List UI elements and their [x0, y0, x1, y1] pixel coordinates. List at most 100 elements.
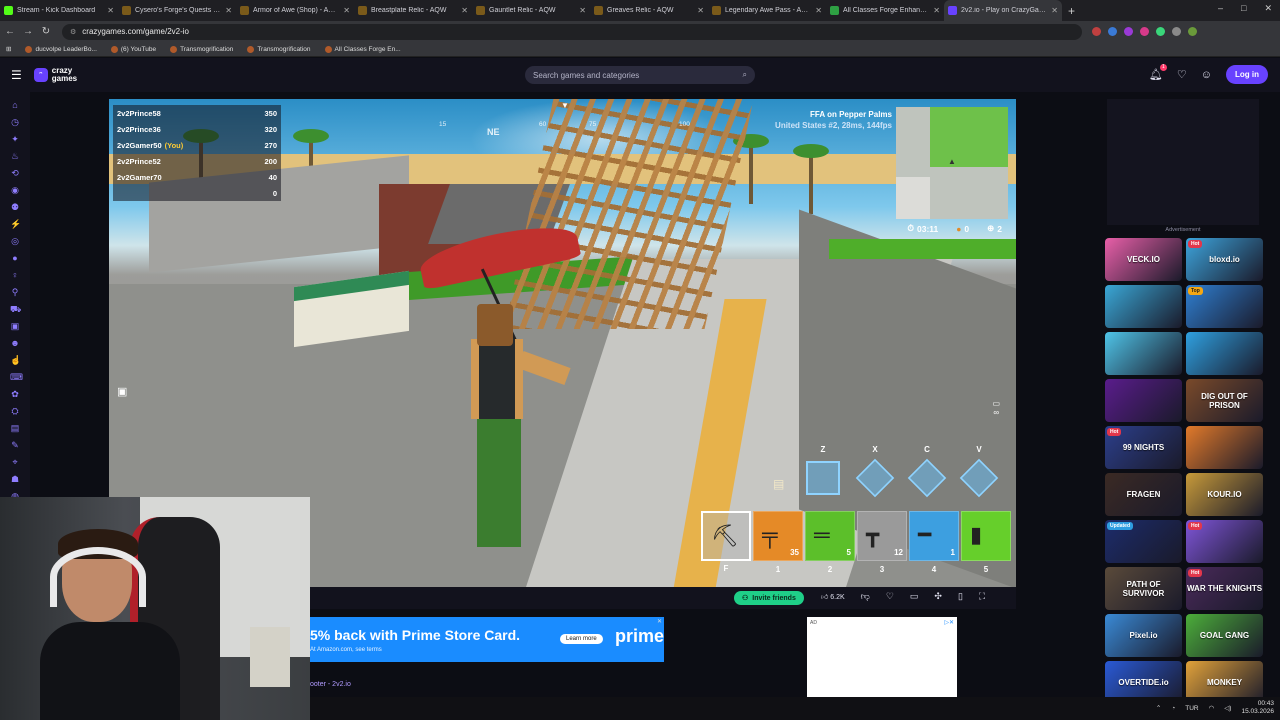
volume-icon[interactable]: ◁) — [1224, 704, 1231, 712]
game-tile[interactable]: Hot bloxd.io — [1186, 238, 1263, 281]
bookmark-item[interactable]: Transmogrification — [247, 45, 311, 53]
mobile-icon[interactable]: ▯ — [958, 591, 963, 602]
ad-close-icon[interactable]: ✕ — [657, 618, 662, 625]
bell-icon[interactable]: 🔔︎ 1 — [1149, 64, 1167, 81]
search-input[interactable]: Search games and categories ⌕ — [525, 66, 755, 84]
game-tile[interactable]: Hot 99 NIGHTS — [1105, 426, 1182, 469]
flash-icon[interactable]: ✎ — [10, 440, 20, 451]
breadcrumb[interactable]: ooter - 2v2.io — [310, 681, 351, 688]
game-tile[interactable]: GOAL GANG — [1186, 614, 1263, 657]
clicker-icon[interactable]: ☝ — [10, 355, 21, 366]
language-indicator[interactable]: TUR — [1185, 705, 1198, 712]
browser-tab[interactable]: All Classes Forge Enhancements✕ — [826, 0, 944, 21]
new-icon[interactable]: ✦ — [10, 134, 20, 145]
beauty-icon[interactable]: ♀ — [10, 270, 20, 281]
tab-close-icon[interactable]: ✕ — [579, 6, 586, 15]
horror-icon[interactable]: ☗ — [10, 474, 20, 485]
tab-close-icon[interactable]: ✕ — [107, 6, 114, 15]
fullscreen-icon[interactable]: ⛶ — [979, 591, 985, 602]
friends-icon[interactable]: ☺ — [1201, 69, 1212, 81]
adchoices-icon[interactable]: ▷✕ — [944, 619, 954, 626]
tab-close-icon[interactable]: ✕ — [815, 6, 822, 15]
tray-chevron-icon[interactable]: ⌃ — [1156, 704, 1161, 712]
build-slot-stairs[interactable]: C — [907, 445, 947, 498]
forward-icon[interactable]: → — [20, 26, 36, 37]
bookmark-item[interactable]: ducvolpe LeaderBo... — [25, 45, 97, 53]
hotbar-slot[interactable]: ━ 1 4 — [909, 511, 959, 574]
profile-avatar[interactable] — [1188, 27, 1197, 36]
url-field[interactable]: ⚙ crazygames.com/game/2v2-io — [62, 23, 1082, 40]
close-window-icon[interactable]: ✕ — [1264, 3, 1272, 14]
hotbar-slot[interactable]: ╤ 35 1 — [753, 511, 803, 574]
hotbar-slot[interactable]: ▮ 5 — [961, 511, 1011, 574]
site-info-icon[interactable]: ⚙ — [70, 28, 76, 36]
game-tile[interactable]: Hot WAR THE KNIGHTS — [1186, 567, 1263, 610]
build-slot-wall[interactable]: Z — [803, 445, 843, 495]
bike-icon[interactable]: ⚲ — [10, 287, 20, 298]
game-tile[interactable]: Pixel.io — [1105, 614, 1182, 657]
login-button[interactable]: Log in — [1226, 65, 1268, 84]
invite-friends-button[interactable]: ⚇ Invite friends — [734, 591, 804, 605]
dressup-icon[interactable]: ✿ — [10, 389, 20, 400]
site-logo[interactable]: ᵔ crazy games — [33, 67, 77, 83]
new-tab-icon[interactable]: + — [1068, 4, 1075, 18]
basketball-icon[interactable]: ● — [10, 253, 20, 264]
game-tile[interactable] — [1105, 332, 1182, 375]
bookmark-item[interactable]: All Classes Forge En... — [324, 45, 401, 53]
chat-icon[interactable]: ▣ — [117, 385, 133, 399]
game-tile[interactable]: Hot — [1186, 520, 1263, 563]
card-icon[interactable]: ▣ — [10, 321, 20, 332]
game-tile[interactable] — [1186, 332, 1263, 375]
game-tile[interactable]: KOUR.IO — [1186, 473, 1263, 516]
clock[interactable]: 00:43 15.03.2026 — [1241, 700, 1274, 716]
favorite-icon[interactable]: ♡ — [886, 591, 894, 602]
game-tile[interactable] — [1105, 379, 1182, 422]
hotbar-slot[interactable]: ═ 5 2 — [805, 511, 855, 574]
extension-icon[interactable] — [1092, 27, 1101, 36]
adventure-icon[interactable]: ◎ — [10, 236, 20, 247]
browser-tab[interactable]: Breastplate Relic - AQW ✕ — [354, 0, 472, 21]
car-icon[interactable]: ⛟ — [10, 304, 21, 315]
hotbar-slot[interactable]: ┳ 12 3 — [857, 511, 907, 574]
wifi-icon[interactable]: ◠ — [1209, 704, 1215, 712]
extension-icon[interactable] — [1124, 27, 1133, 36]
network-icon[interactable]: ◔ — [1171, 705, 1175, 712]
home-icon[interactable]: ⌂ — [10, 100, 20, 111]
tab-close-icon[interactable]: ✕ — [343, 6, 350, 15]
tab-close-icon[interactable]: ✕ — [461, 6, 468, 15]
game-tile[interactable]: Top — [1186, 285, 1263, 328]
comment-icon[interactable]: ▭ — [910, 591, 919, 602]
trending-icon[interactable]: ♨ — [10, 151, 20, 162]
browser-tab[interactable]: Cysero's Forge's Quests - AQW✕ — [118, 0, 236, 21]
ad-banner[interactable]: 5% back with Prime Store Card. At Amazon… — [310, 617, 664, 662]
browser-tab[interactable]: Legendary Awe Pass - AQW ✕ — [708, 0, 826, 21]
tab-close-icon[interactable]: ✕ — [933, 6, 940, 15]
bookmark-item[interactable]: (6) YouTube — [110, 45, 156, 53]
controller-icon[interactable]: ⌨ — [10, 372, 23, 383]
browser-tab[interactable]: Armor of Awe (Shop) - AQW ✕ — [236, 0, 354, 21]
extension-icon[interactable] — [1108, 27, 1117, 36]
fps-icon[interactable]: ⌖ — [10, 457, 20, 468]
game-tile[interactable]: Updated — [1105, 520, 1182, 563]
extension-icon[interactable] — [1172, 27, 1181, 36]
multiplayer-icon[interactable]: ⚉ — [10, 202, 20, 213]
tab-close-icon[interactable]: ✕ — [1051, 6, 1058, 15]
tab-close-icon[interactable]: ✕ — [697, 6, 704, 15]
tab-close-icon[interactable]: ✕ — [225, 6, 232, 15]
dislike-icon[interactable]: 👎︎ — [861, 591, 870, 602]
casual-icon[interactable]: ☻ — [10, 338, 20, 349]
like-button[interactable]: 👍︎ 6.2K — [821, 592, 845, 601]
game-tile[interactable]: DIG OUT OF PRISON — [1186, 379, 1263, 422]
game-tile[interactable]: FRAGEN — [1105, 473, 1182, 516]
updated-icon[interactable]: ⟲ — [10, 168, 20, 179]
build-slot-roof[interactable]: V — [959, 445, 999, 498]
share-icon[interactable]: ✣ — [934, 591, 942, 602]
build-slot-floor[interactable]: X — [855, 445, 895, 498]
menu-icon[interactable]: ☰ — [11, 68, 22, 82]
action-icon[interactable]: ⚡ — [10, 219, 21, 230]
ad-learn-more-button[interactable]: Learn more — [560, 634, 603, 644]
driving-icon[interactable]: ⛭ — [10, 406, 20, 417]
extension-icon[interactable] — [1156, 27, 1165, 36]
reload-icon[interactable]: ↻ — [38, 26, 54, 37]
browser-tab[interactable]: Gauntlet Relic - AQW ✕ — [472, 0, 590, 21]
